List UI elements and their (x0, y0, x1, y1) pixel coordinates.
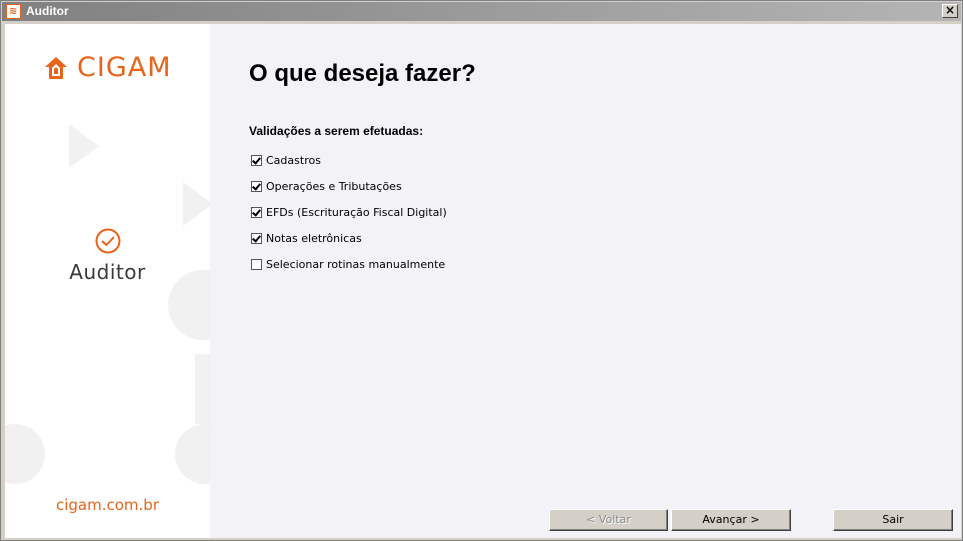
checkbox[interactable] (251, 154, 262, 166)
website-link: cigam.com.br (55, 496, 159, 514)
cigam-logo: CIGAM (43, 52, 183, 84)
sidebar-panel: CIGAM Auditor cigam.com.br (5, 24, 210, 538)
app-icon[interactable]: ≋ (6, 4, 21, 19)
option-label: Operações e Tributações (266, 179, 402, 193)
option-cadastros[interactable]: Cadastros (251, 152, 321, 168)
option-operacoes-tributacoes[interactable]: Operações e Tributações (251, 178, 402, 194)
option-selecionar-rotinas[interactable]: Selecionar rotinas manualmente (251, 256, 445, 272)
app-icon-glyph: ≋ (9, 6, 18, 17)
brand-name: CIGAM (77, 52, 172, 83)
next-button[interactable]: Avançar > (671, 509, 791, 531)
page-title: O que deseja fazer? (249, 60, 476, 87)
option-label: Cadastros (266, 153, 321, 167)
auditor-window: ≋ Auditor × CIGAM Auditor cigam.com.br O… (0, 0, 963, 541)
decorative-circle (175, 424, 210, 484)
section-label: Validações a serem efetuadas: (249, 124, 424, 138)
back-button[interactable]: < Voltar (549, 509, 668, 531)
checkbox[interactable] (251, 180, 262, 192)
checkbox[interactable] (251, 206, 262, 218)
option-label: Selecionar rotinas manualmente (266, 257, 446, 271)
close-button[interactable]: × (942, 4, 958, 18)
option-label: EFDs (Escrituração Fiscal Digital) (266, 205, 447, 219)
checkbox[interactable] (251, 232, 262, 244)
decorative-block (195, 354, 210, 424)
product-name: Auditor (69, 260, 146, 284)
checkbox[interactable] (251, 258, 262, 270)
window-title: Auditor (26, 4, 69, 18)
option-efds[interactable]: EFDs (Escrituração Fiscal Digital) (251, 204, 447, 220)
close-icon: × (944, 3, 956, 17)
title-bar: ≋ Auditor × (2, 2, 961, 21)
option-label: Notas eletrônicas (266, 231, 362, 245)
decorative-circle (5, 424, 45, 484)
decorative-triangle (183, 182, 210, 226)
cigam-logo-icon (45, 57, 67, 79)
check-circle-icon (95, 228, 121, 254)
exit-button[interactable]: Sair (833, 509, 953, 531)
wizard-content: O que deseja fazer? Validações a serem e… (210, 24, 961, 538)
decorative-triangle (69, 124, 99, 168)
option-notas-eletronicas[interactable]: Notas eletrônicas (251, 230, 362, 246)
